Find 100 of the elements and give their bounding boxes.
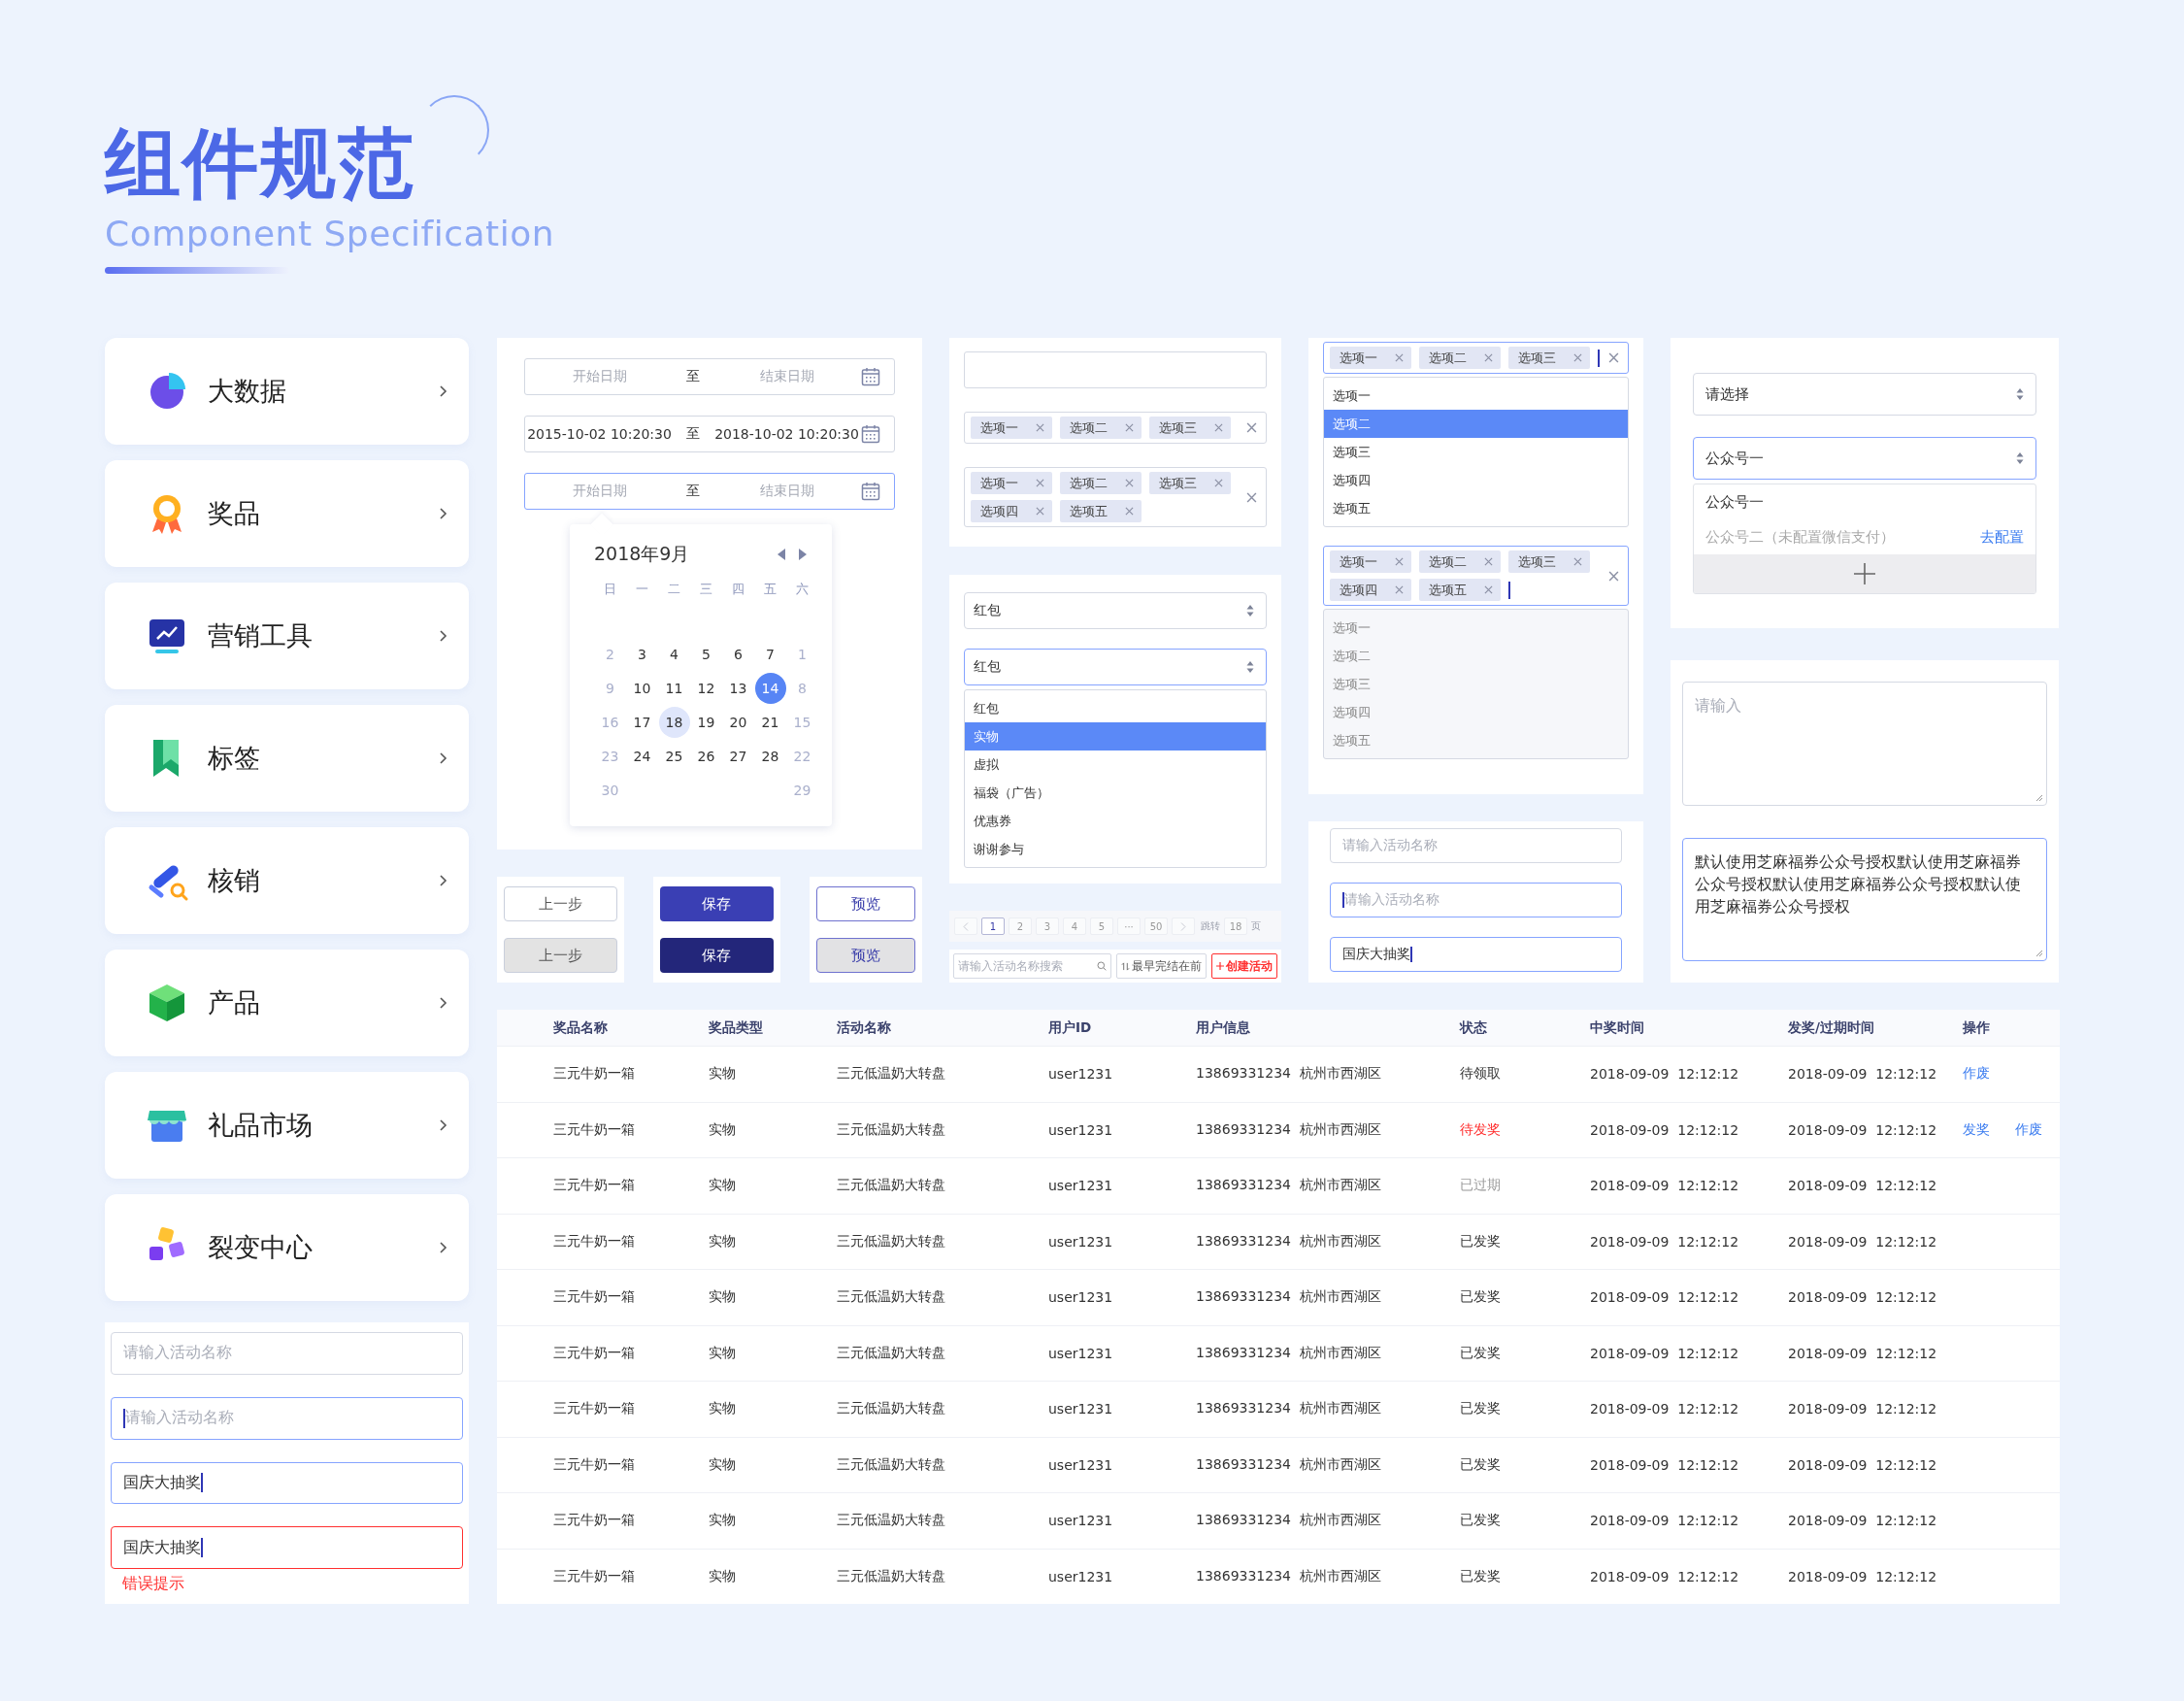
date-range-field[interactable]: 2015-10-02 10:20:30 至 2018-10-02 10:20:30 — [524, 416, 895, 452]
nav-menu-item[interactable]: 营销工具 — [105, 583, 469, 689]
resize-handle-icon[interactable] — [2035, 949, 2043, 957]
close-icon[interactable] — [1246, 491, 1257, 503]
close-icon[interactable] — [1036, 423, 1044, 432]
close-icon[interactable] — [1125, 479, 1134, 487]
close-icon[interactable] — [1573, 557, 1582, 566]
sort-button[interactable]: 最早完结在前 — [1116, 953, 1207, 979]
close-icon[interactable] — [1214, 423, 1223, 432]
close-icon[interactable] — [1125, 423, 1134, 432]
nav-menu-item[interactable]: 产品 — [105, 950, 469, 1056]
close-icon[interactable] — [1395, 557, 1404, 566]
status-text: 已发奖 — [1460, 1232, 1502, 1251]
text-input[interactable]: 国庆大抽奖 — [111, 1526, 463, 1569]
textarea-field[interactable]: 默认使用芝麻福券公众号授权默认使用芝麻福券公众号授权默认使用芝麻福券公众号授权默认使用芝麻福券公众号授权 — [1682, 837, 2047, 961]
close-icon[interactable] — [1036, 479, 1044, 487]
calendar-day[interactable]: 18 — [658, 706, 690, 738]
dropdown-option[interactable]: 公众号一 — [1705, 492, 1764, 512]
close-icon[interactable] — [1214, 479, 1223, 487]
calendar-day[interactable]: 17 — [626, 706, 658, 738]
calendar-day[interactable]: 6 — [722, 638, 754, 670]
dropdown-option[interactable]: 选项四 — [1324, 466, 1628, 494]
table-cell-text: user1231 — [1048, 1513, 1114, 1529]
select-field[interactable]: 请选择 — [1693, 373, 2036, 416]
calendar-title: 2018年9月 — [594, 542, 690, 566]
close-icon[interactable] — [1608, 570, 1619, 582]
close-icon[interactable] — [1484, 585, 1493, 594]
nav-menu-item[interactable]: 大数据 — [105, 338, 469, 445]
calendar-icon[interactable] — [861, 367, 880, 386]
tag-input[interactable] — [964, 351, 1267, 388]
page-button[interactable]: 1 — [981, 917, 1005, 935]
calendar-day[interactable]: 7 — [754, 638, 786, 670]
nav-menu-item[interactable]: 礼品市场 — [105, 1072, 469, 1179]
date-range-field[interactable]: 开始日期 至 结束日期 — [524, 473, 895, 510]
close-icon[interactable] — [1036, 507, 1044, 516]
action-button[interactable]: 保存 — [659, 938, 774, 973]
select-field[interactable]: 红包 — [964, 592, 1267, 629]
dropdown-option[interactable]: 谢谢参与 — [965, 835, 1266, 863]
dropdown-option[interactable]: 优惠券 — [965, 807, 1266, 835]
close-icon[interactable] — [1484, 353, 1493, 362]
tag-input[interactable]: 选项一 选项二 选项三 选项四 选项五 — [964, 467, 1267, 527]
table-link[interactable]: 发奖 — [1963, 1120, 1990, 1139]
action-button[interactable]: 预览 — [815, 886, 915, 921]
calendar-day[interactable]: 5 — [690, 638, 722, 670]
calendar-day[interactable]: 26 — [690, 740, 722, 772]
date-range-field[interactable]: 开始日期 至 结束日期 — [524, 358, 895, 395]
close-icon[interactable] — [1484, 557, 1493, 566]
previous-month-icon[interactable] — [777, 549, 786, 560]
resize-handle-icon[interactable] — [2035, 792, 2043, 802]
next-month-icon[interactable] — [798, 549, 808, 560]
calendar-day[interactable]: 28 — [754, 740, 786, 772]
nav-menu-item[interactable]: 核销 — [105, 827, 469, 934]
close-icon[interactable] — [1125, 507, 1134, 516]
calendar-day[interactable]: 10 — [626, 672, 658, 704]
multi-select-field[interactable]: 选项一 选项二 选项三 — [1323, 342, 1629, 374]
tag-input[interactable]: 选项一 选项二 选项三 — [964, 412, 1267, 444]
action-button[interactable]: 保存 — [659, 886, 774, 921]
calendar-day[interactable]: 12 — [690, 672, 722, 704]
table-cell-text: 实物 — [709, 1400, 737, 1418]
nav-menu-item[interactable]: 奖品 — [105, 460, 469, 567]
calendar-day[interactable]: 11 — [658, 672, 690, 704]
close-icon[interactable] — [1608, 352, 1619, 363]
calendar-day[interactable]: 20 — [722, 706, 754, 738]
dropdown-option[interactable]: 福袋（广告） — [965, 779, 1266, 807]
calendar-day[interactable]: 21 — [754, 706, 786, 738]
calendar-day[interactable]: 24 — [626, 740, 658, 772]
action-button[interactable]: 上一步 — [504, 938, 617, 973]
dropdown-option[interactable]: 选项三 — [1324, 438, 1628, 466]
table-cell-text: 13869331234 杭州市西湖区 — [1196, 1232, 1382, 1251]
dropdown-option[interactable]: 选项五 — [1324, 494, 1628, 522]
calendar-day[interactable]: 25 — [658, 740, 690, 772]
dropdown-option[interactable]: 红包 — [965, 694, 1266, 722]
action-button[interactable]: 预览 — [815, 938, 915, 973]
tag-label: 选项二 — [1070, 474, 1108, 492]
close-icon[interactable] — [1246, 422, 1257, 433]
calendar-day[interactable]: 13 — [722, 672, 754, 704]
text-input[interactable]: 国庆大抽奖 — [1330, 937, 1622, 972]
nav-menu-item[interactable]: 标签 — [105, 705, 469, 812]
calendar-day[interactable]: 27 — [722, 740, 754, 772]
action-button[interactable]: 上一步 — [504, 886, 617, 921]
text-input[interactable]: 国庆大抽奖 — [111, 1461, 463, 1505]
close-icon[interactable] — [1395, 585, 1404, 594]
calendar-icon[interactable] — [861, 424, 880, 444]
calendar-icon[interactable] — [861, 482, 880, 501]
calendar-day[interactable]: 4 — [658, 638, 690, 670]
dropdown-option[interactable]: 虚拟 — [965, 750, 1266, 779]
close-icon[interactable] — [1573, 353, 1582, 362]
dropdown-option[interactable]: 选项一 — [1324, 382, 1628, 410]
calendar-day[interactable]: 3 — [626, 638, 658, 670]
calendar-day[interactable]: 19 — [690, 706, 722, 738]
close-icon[interactable] — [1395, 353, 1404, 362]
table-link[interactable]: 作废 — [1963, 1065, 1990, 1084]
table-cell-text: 2018-09-09 12:12:12 — [1590, 1289, 1740, 1306]
table-cell-text: user1231 — [1048, 1568, 1114, 1584]
nav-menu-item[interactable]: 裂变中心 — [105, 1194, 469, 1301]
select-field[interactable]: 公众号一 — [1693, 437, 2036, 480]
select-field[interactable]: 红包 — [964, 649, 1267, 685]
column-header: 奖品名称 — [553, 1018, 609, 1037]
table-link[interactable]: 作废 — [2015, 1120, 2042, 1139]
create-button[interactable]: 创建活动 — [1211, 953, 1277, 979]
